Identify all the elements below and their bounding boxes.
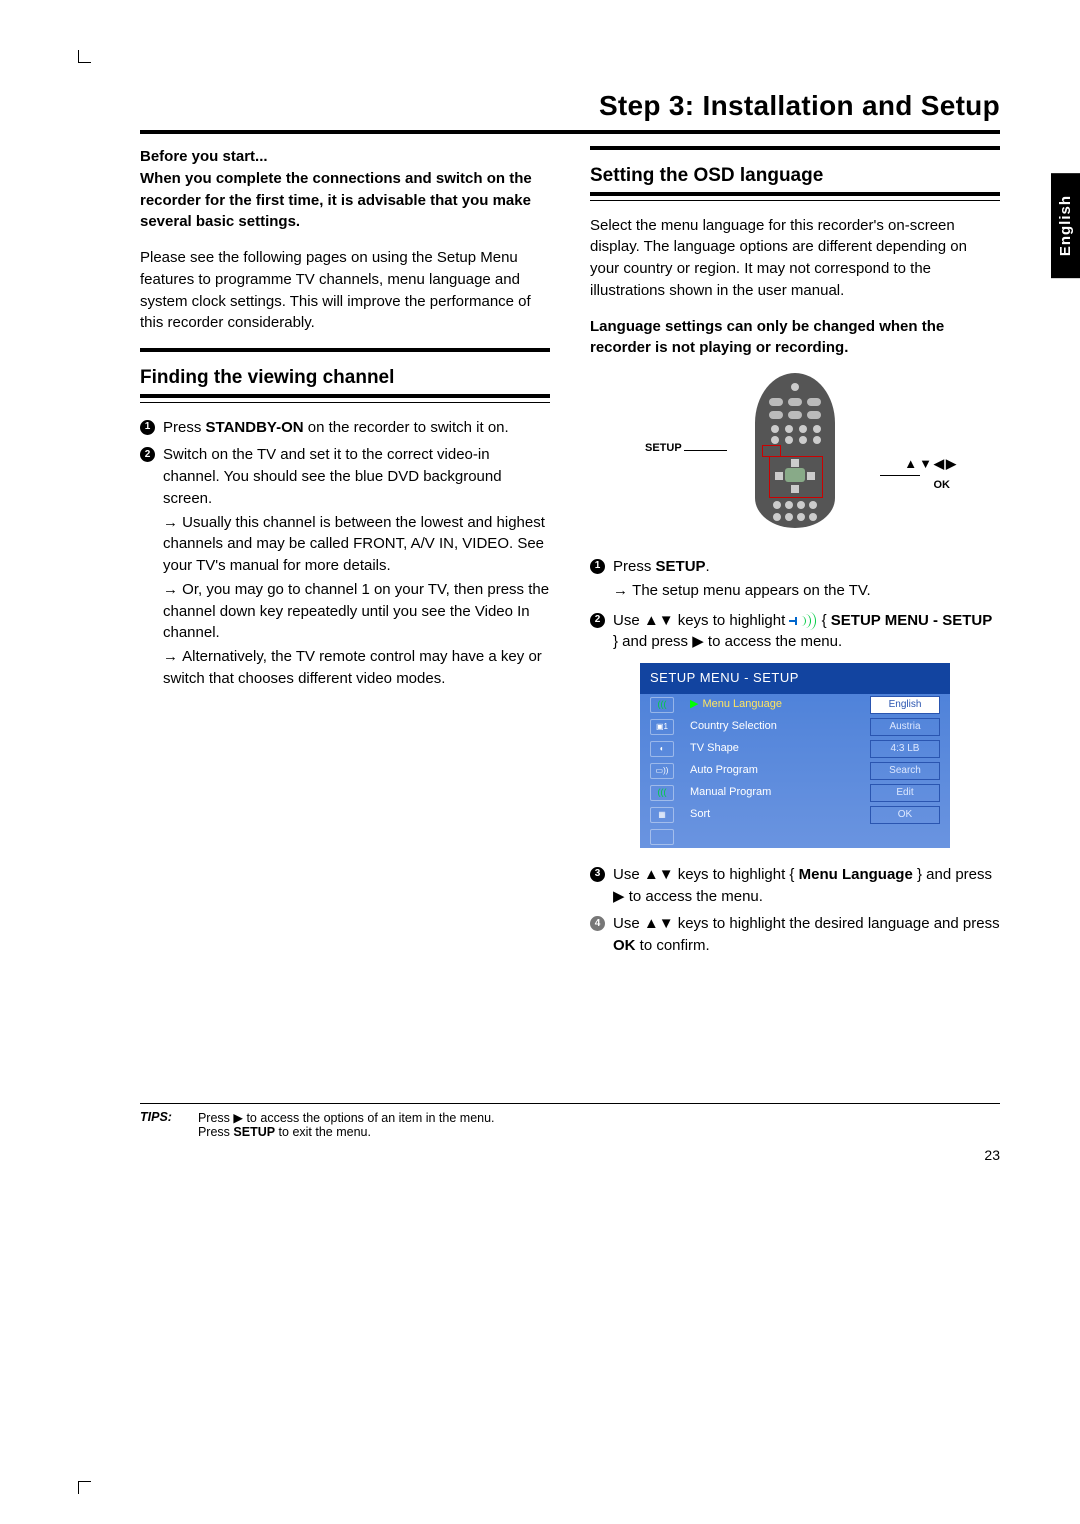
osd-bold-note: Language settings can only be changed wh… (590, 316, 1000, 360)
osd-row-label: ▶Menu Language (684, 697, 870, 713)
tips-label: TIPS: (140, 1110, 172, 1139)
osd-row-label: ▶TV Shape (684, 741, 870, 757)
osd-row-value: Austria (870, 718, 940, 737)
left-column: Before you start... When you complete th… (140, 146, 550, 963)
numbered-step: 1 Press SETUP.The setup menu appears on … (590, 556, 1000, 604)
columns: Before you start... When you complete th… (140, 146, 1000, 963)
step-number-icon: 2 (590, 613, 605, 628)
osd-row-icon: ▭)) (650, 763, 674, 779)
page-number: 23 (140, 1147, 1000, 1163)
osd-menu-screenshot: SETUP MENU - SETUP ((( ▶Menu Language En… (640, 663, 950, 848)
section-title-osd: Setting the OSD language (590, 162, 1000, 190)
section-rule-r (590, 192, 1000, 201)
step-number-icon: 1 (590, 559, 605, 574)
osd-menu-header: SETUP MENU - SETUP (640, 663, 950, 694)
osd-menu-row: ▦ ▶Sort OK (640, 804, 950, 826)
numbered-step: 4 Use ▲▼ keys to highlight the desired l… (590, 913, 1000, 957)
step-number-icon: 3 (590, 867, 605, 882)
osd-row-icon: ◐ (650, 741, 674, 757)
numbered-step: 2 Use ▲▼ keys to highlight { SETUP MENU … (590, 610, 1000, 654)
osd-row-label: ▶Sort (684, 807, 870, 823)
osd-row-icon: ((( (650, 697, 674, 713)
osd-row-label: ▶Country Selection (684, 719, 870, 735)
step-number-icon: 4 (590, 916, 605, 931)
title-rule (140, 130, 1000, 134)
section-title-finding: Finding the viewing channel (140, 364, 550, 392)
intro-bold: Before you start... When you complete th… (140, 146, 550, 233)
step-body: Switch on the TV and set it to the corre… (163, 444, 550, 691)
osd-menu-row: ▭)) ▶Auto Program Search (640, 760, 950, 782)
section-rule-top-r (590, 146, 1000, 152)
osd-menu-row: ((( ▶Menu Language English (640, 694, 950, 716)
sub-arrow-line: The setup menu appears on the TV. (613, 580, 1000, 602)
osd-para1: Select the menu language for this record… (590, 215, 1000, 302)
remote-label-setup: SETUP (645, 441, 682, 457)
numbered-step: 1 Press STANDBY-ON on the recorder to sw… (140, 417, 550, 439)
osd-row-value: Edit (870, 784, 940, 803)
numbered-step: 2 Switch on the TV and set it to the cor… (140, 444, 550, 691)
page: English Step 3: Installation and Setup B… (0, 0, 1080, 1203)
section-rule-top (140, 348, 550, 354)
remote-illustration: SETUP ▲▼◀▶ OK (590, 373, 1000, 538)
osd-menu-row: ▣1 ▶Country Selection Austria (640, 716, 950, 738)
osd-row-label: ▶Auto Program (684, 763, 870, 779)
step-body: Use ▲▼ keys to highlight { SETUP MENU - … (613, 610, 1000, 654)
osd-icon (650, 829, 674, 845)
osd-row-value: English (870, 696, 940, 715)
step-body: Use ▲▼ keys to highlight the desired lan… (613, 913, 1000, 957)
osd-menu-row: ((( ▶Manual Program Edit (640, 782, 950, 804)
step-body: Use ▲▼ keys to highlight { Menu Language… (613, 864, 1000, 908)
remote-label-arrows: ▲▼◀▶ (904, 455, 958, 474)
osd-row-value: Search (870, 762, 940, 781)
remote-label-ok: OK (934, 478, 951, 494)
tips-line2: Press SETUP to exit the menu. (198, 1125, 371, 1139)
tips-footer: TIPS: Press ▶ to access the options of a… (140, 1103, 1000, 1139)
step-body: Press STANDBY-ON on the recorder to swit… (163, 417, 550, 439)
step-body: Press SETUP.The setup menu appears on th… (613, 556, 1000, 604)
osd-row-value: OK (870, 806, 940, 825)
numbered-step: 3 Use ▲▼ keys to highlight { Menu Langua… (590, 864, 1000, 908)
section-rule (140, 394, 550, 403)
sub-arrow-line: Alternatively, the TV remote control may… (163, 646, 550, 690)
osd-row-value: 4:3 LB (870, 740, 940, 759)
step-number-icon: 1 (140, 420, 155, 435)
sub-arrow-line: Or, you may go to channel 1 on your TV, … (163, 579, 550, 644)
osd-row-icon: ((( (650, 785, 674, 801)
page-title: Step 3: Installation and Setup (140, 90, 1000, 122)
step-number-icon: 2 (140, 447, 155, 462)
osd-menu-row: ◐ ▶TV Shape 4:3 LB (640, 738, 950, 760)
osd-row-icon: ▣1 (650, 719, 674, 735)
intro-paragraph: Please see the following pages on using … (140, 247, 550, 334)
osd-row-label: ▶Manual Program (684, 785, 870, 801)
osd-row-icon: ▦ (650, 807, 674, 823)
language-tab: English (1051, 173, 1080, 278)
tips-body: Press ▶ to access the options of an item… (198, 1110, 495, 1139)
tips-line1: Press ▶ to access the options of an item… (198, 1111, 495, 1125)
right-column: Setting the OSD language Select the menu… (590, 146, 1000, 963)
remote-icon (755, 373, 835, 528)
sub-arrow-line: Usually this channel is between the lowe… (163, 512, 550, 577)
